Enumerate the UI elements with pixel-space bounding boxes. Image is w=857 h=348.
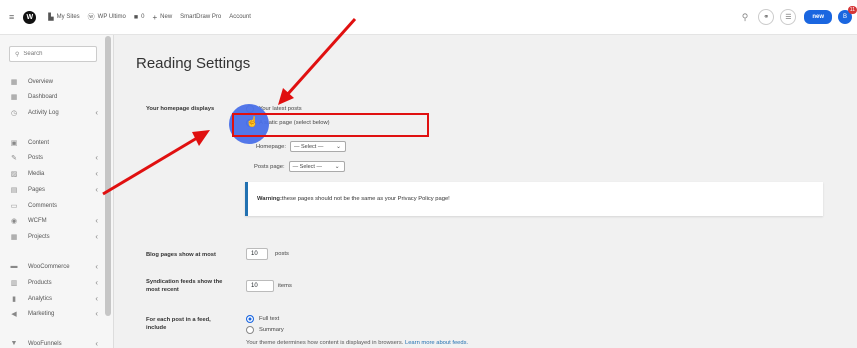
annotation-arrow-top (285, 17, 357, 97)
annotation-arrows (102, 17, 357, 196)
annotation-arrow-left (102, 136, 198, 196)
